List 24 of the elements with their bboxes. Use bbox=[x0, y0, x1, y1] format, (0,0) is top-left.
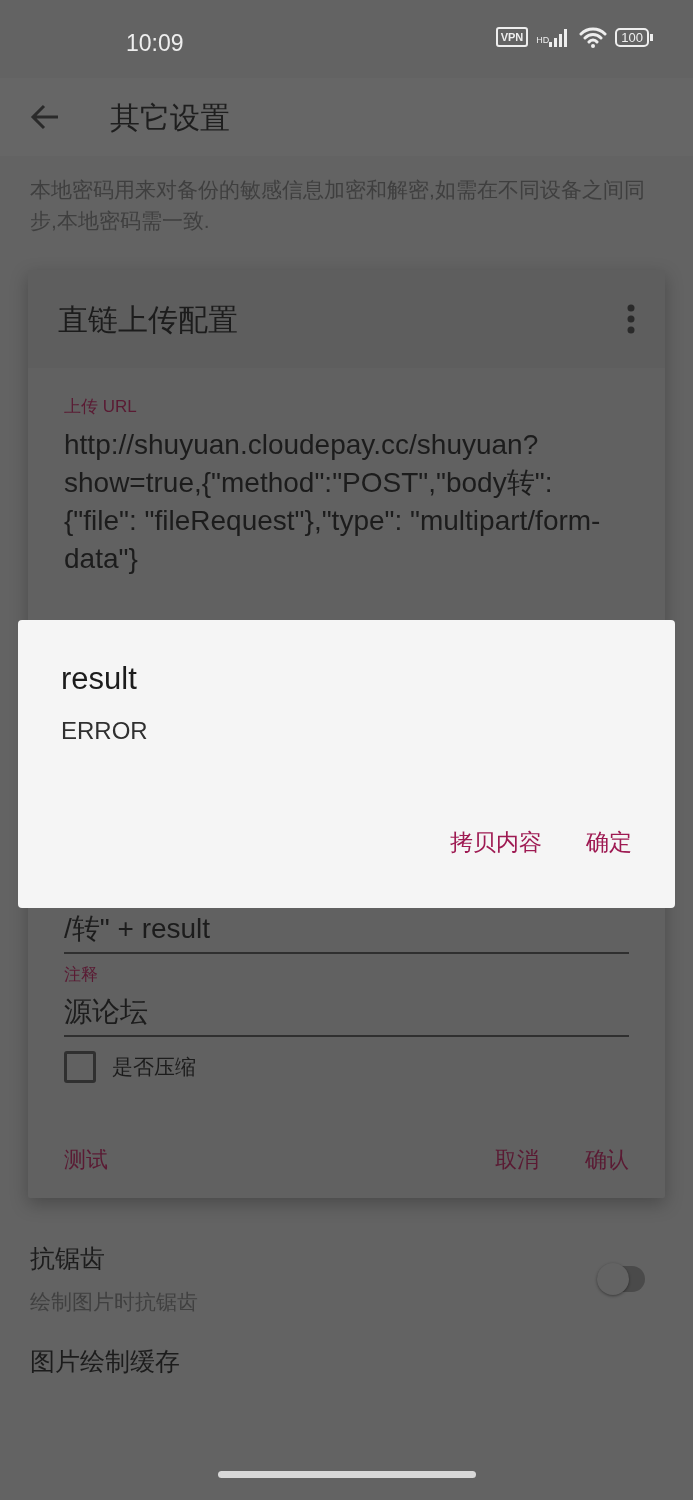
network-label: HD bbox=[536, 33, 550, 47]
back-arrow-icon[interactable] bbox=[30, 104, 60, 130]
card-title: 直链上传配置 bbox=[58, 301, 238, 338]
setting-title: 图片绘制缓存 bbox=[30, 1346, 180, 1377]
text-field[interactable]: http://shuyuan.cloudepay.cc/shuyuan?show=true,{"method":"POST","body转": {"file": "fileRequest"},"type": "multipart/form-data"} bbox=[64, 425, 629, 578]
field-label: 注释 bbox=[64, 963, 99, 986]
setting-title: 抗锯齿 bbox=[30, 1243, 106, 1274]
text-button[interactable]: 取消 bbox=[487, 1143, 547, 1176]
status-time: 10:09 bbox=[126, 29, 184, 58]
wifi-icon bbox=[579, 26, 608, 48]
screen-title: 其它设置 bbox=[110, 99, 230, 136]
more-options-icon[interactable] bbox=[627, 304, 635, 334]
checkbox-label: 是否压缩 bbox=[112, 1054, 196, 1081]
text-field[interactable]: 源论坛 bbox=[64, 993, 629, 1037]
field-label: 上传 URL bbox=[64, 396, 138, 418]
text-button[interactable]: 确认 bbox=[577, 1143, 637, 1176]
dialog-message: ERROR bbox=[61, 715, 149, 746]
dialog-title: result bbox=[61, 660, 138, 698]
vpn-indicator: VPN bbox=[495, 27, 529, 47]
text-button[interactable]: 测试 bbox=[56, 1143, 116, 1176]
checkbox[interactable] bbox=[64, 1051, 96, 1083]
dialog-button[interactable]: 拷贝内容 bbox=[440, 824, 552, 859]
dialog-button[interactable]: 确定 bbox=[576, 824, 642, 859]
toggle-switch[interactable] bbox=[599, 1265, 645, 1292]
